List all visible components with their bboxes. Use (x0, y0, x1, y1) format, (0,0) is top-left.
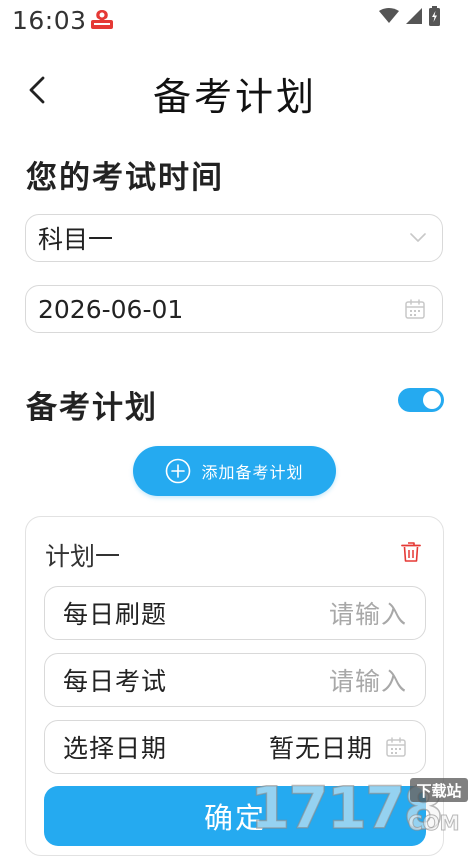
signal-icon (406, 8, 422, 24)
plan-date-value: 暂无日期 (268, 734, 373, 763)
confirm-button[interactable]: 确定 (44, 786, 426, 846)
calendar-icon (386, 737, 406, 757)
exam-time-title: 您的考试时间 (26, 160, 224, 196)
chevron-down-icon (410, 233, 426, 242)
subject-value: 科目一 (38, 225, 114, 254)
daily-exam-label: 每日考试 (63, 667, 168, 696)
exam-date-picker[interactable]: 2026-06-01 (25, 285, 443, 333)
plan-date-picker[interactable]: 选择日期 暂无日期 (44, 720, 426, 774)
calendar-icon (405, 299, 425, 319)
add-plan-button[interactable]: 添加备考计划 (133, 446, 336, 496)
wifi-icon (379, 8, 399, 23)
daily-exam-input[interactable]: 每日考试 请输入 (44, 653, 426, 707)
plan-card: 计划一 每日刷题 请输入 每日考试 请输入 选择日期 暂无日期 确定 (25, 516, 444, 856)
status-time: 16:03 (12, 6, 87, 35)
daily-exam-placeholder: 请输入 (328, 667, 407, 696)
daily-practice-input[interactable]: 每日刷题 请输入 (44, 586, 426, 640)
toggle-knob (423, 391, 441, 409)
status-icons (379, 6, 440, 26)
plan-section-title: 备考计划 (26, 390, 158, 426)
app-notification-icon (91, 10, 113, 29)
header: 备考计划 (0, 58, 470, 122)
plan-name: 计划一 (45, 542, 121, 571)
trash-icon[interactable] (401, 541, 421, 563)
plan-date-label: 选择日期 (63, 734, 168, 763)
plan-toggle[interactable] (398, 388, 444, 412)
daily-practice-placeholder: 请输入 (328, 600, 407, 629)
add-plan-label: 添加备考计划 (201, 463, 304, 482)
daily-practice-label: 每日刷题 (63, 600, 168, 629)
page-title: 备考计划 (152, 75, 317, 119)
exam-date-value: 2026-06-01 (38, 294, 184, 324)
subject-select[interactable]: 科目一 (25, 214, 443, 262)
battery-icon (429, 6, 440, 26)
plan-date-right: 暂无日期 (269, 729, 407, 765)
plus-circle-icon (166, 458, 191, 484)
status-bar: 16:03 (0, 0, 470, 40)
